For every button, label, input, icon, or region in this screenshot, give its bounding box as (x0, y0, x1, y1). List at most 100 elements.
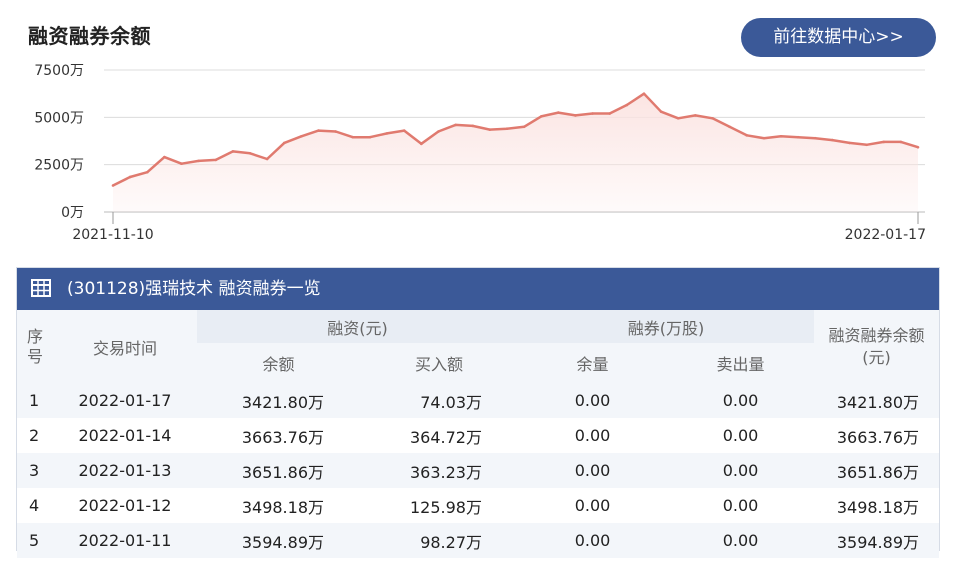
data-point (642, 92, 646, 95)
data-point (111, 184, 115, 187)
data-point (659, 110, 663, 113)
balance-area (113, 93, 918, 212)
go-data-center-button[interactable]: 前往数据中心>> (741, 18, 936, 57)
data-point (796, 135, 800, 139)
table-cell: 2022-01-13 (53, 453, 197, 488)
data-point (745, 134, 749, 137)
data-point (762, 136, 766, 140)
table-cell: 0.00 (667, 523, 814, 558)
table-cell: 4 (17, 488, 53, 523)
data-point (145, 170, 149, 174)
table-row: 4 2022-01-12 3498.18万 125.98万 0.00 0.00 3498.1… (17, 488, 939, 523)
table-row: 2 2022-01-14 3663.76万 364.72万 0.00 0.00 3663.7… (17, 418, 939, 453)
data-point (608, 112, 612, 115)
table-cell: 0.00 (667, 418, 814, 453)
data-point (505, 127, 509, 130)
data-point (848, 141, 851, 145)
data-point (454, 123, 457, 127)
table-cell: 0.00 (667, 383, 814, 418)
data-point (882, 140, 886, 144)
page-title: 融资融券余额 (28, 24, 151, 48)
data-point (591, 112, 594, 115)
col-balance: 余额 (197, 343, 360, 383)
margin-table-panel: (301128)强瑞技术 融资融券一览 序号 交易时间 融资(元) 融券(万股)… (16, 267, 940, 558)
data-point (779, 134, 783, 138)
table-row: 1 2022-01-17 3421.80万 74.03万 0.00 0.00 3421.80… (17, 383, 939, 418)
col-total: 融资融券余额(元) (814, 310, 939, 383)
data-point (711, 116, 714, 120)
table-cell: 0.00 (518, 523, 667, 558)
data-point (214, 158, 218, 162)
y-tick-label: 2500万 (34, 158, 84, 174)
data-point (694, 114, 697, 117)
data-point (557, 111, 560, 114)
col-buy: 买入额 (360, 343, 518, 383)
table-cell: 3651.86万 (197, 453, 360, 488)
col-seq: 序号 (17, 310, 53, 383)
table-cell: 2022-01-14 (53, 418, 197, 453)
data-point (916, 145, 920, 149)
table-cell: 363.23万 (360, 453, 518, 488)
col-sold: 卖出量 (667, 343, 814, 383)
table-cell: 125.98万 (360, 488, 518, 523)
data-point (300, 134, 303, 138)
table-cell: 3663.76万 (197, 418, 360, 453)
data-point (539, 115, 543, 118)
table-cell: 3498.18万 (814, 488, 939, 523)
data-point (368, 135, 372, 139)
data-point (899, 140, 903, 144)
data-point (831, 138, 834, 142)
col-securities: 融券(万股) (518, 310, 814, 343)
table-cell: 3 (17, 453, 53, 488)
table-cell: 364.72万 (360, 418, 518, 453)
data-point (522, 125, 526, 129)
table-cell: 3663.76万 (814, 418, 939, 453)
data-point (437, 130, 440, 133)
table-cell: 3594.89万 (197, 523, 360, 558)
data-point (334, 130, 337, 133)
table-cell: 0.00 (667, 453, 814, 488)
table-row: 5 2022-01-11 3594.89万 98.27万 0.00 0.00 3594.89… (17, 523, 939, 558)
table-header-bar: (301128)强瑞技术 融资融券一览 (17, 268, 939, 310)
data-point (574, 114, 577, 117)
col-time: 交易时间 (53, 310, 197, 383)
table-cell: 2022-01-11 (53, 523, 197, 558)
y-tick-label: 7500万 (34, 63, 84, 79)
margin-balance-chart: 7500万 5000万 2500万 0万 2021-11-10 2022-01-17 (34, 63, 926, 243)
data-point (728, 125, 731, 129)
data-point (865, 143, 868, 147)
table-row: 3 2022-01-13 3651.86万 363.23万 0.00 0.00 3651.8… (17, 453, 939, 488)
table-cell: 3498.18万 (197, 488, 360, 523)
data-point (385, 132, 389, 135)
data-point (265, 157, 269, 161)
y-tick-label: 0万 (61, 205, 84, 221)
col-financing: 融资(元) (197, 310, 518, 343)
y-tick-label: 5000万 (34, 110, 84, 126)
table-cell: 3594.89万 (814, 523, 939, 558)
data-point (351, 135, 355, 139)
data-point (197, 159, 200, 163)
data-point (317, 129, 320, 132)
table-cell: 1 (17, 383, 53, 418)
x-tick-label: 2021-11-10 (72, 227, 153, 243)
table-cell: 0.00 (518, 383, 667, 418)
data-point (248, 152, 252, 155)
table-cell: 0.00 (518, 453, 667, 488)
table-cell: 0.00 (667, 488, 814, 523)
data-point (402, 129, 406, 132)
data-point (163, 155, 166, 159)
data-point (488, 128, 492, 131)
data-point (231, 150, 235, 153)
data-point (471, 124, 474, 128)
table-cell: 3651.86万 (814, 453, 939, 488)
table-cell: 0.00 (518, 418, 667, 453)
table-cell: 2022-01-17 (53, 383, 197, 418)
table-cell: 0.00 (518, 488, 667, 523)
col-remaining: 余量 (518, 343, 667, 383)
table-cell: 3421.80万 (197, 383, 360, 418)
table-cell: 2 (17, 418, 53, 453)
margin-table: 序号 交易时间 融资(元) 融券(万股) 融资融券余额(元) 余额 买入额 余量… (17, 310, 939, 558)
table-cell: 74.03万 (360, 383, 518, 418)
table-cell: 98.27万 (360, 523, 518, 558)
table-cell: 5 (17, 523, 53, 558)
